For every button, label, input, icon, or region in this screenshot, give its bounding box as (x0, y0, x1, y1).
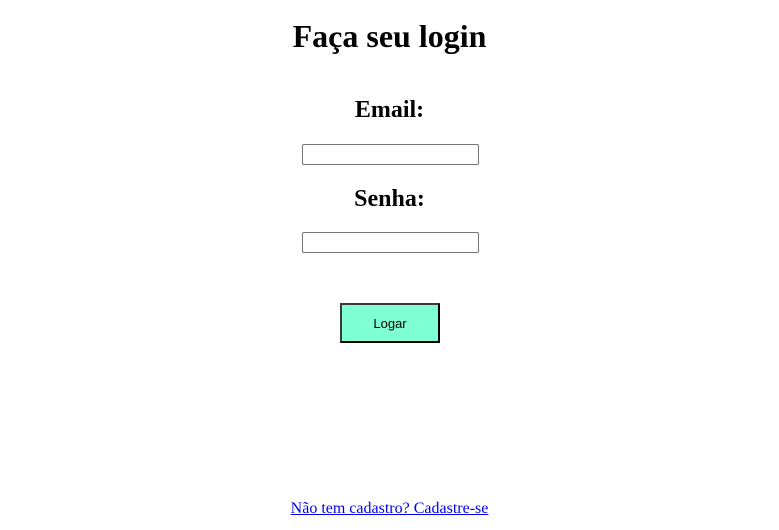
email-label: Email: (354, 97, 425, 123)
password-field[interactable] (302, 232, 479, 253)
email-field[interactable] (302, 144, 479, 165)
page-title: Faça seu login (292, 18, 487, 54)
login-button[interactable]: Logar (340, 303, 440, 343)
password-label: Senha: (354, 186, 425, 212)
signup-link[interactable]: Não tem cadastro? Cadastre-se (291, 500, 489, 517)
signup-footer: Não tem cadastro? Cadastre-se (0, 499, 779, 519)
